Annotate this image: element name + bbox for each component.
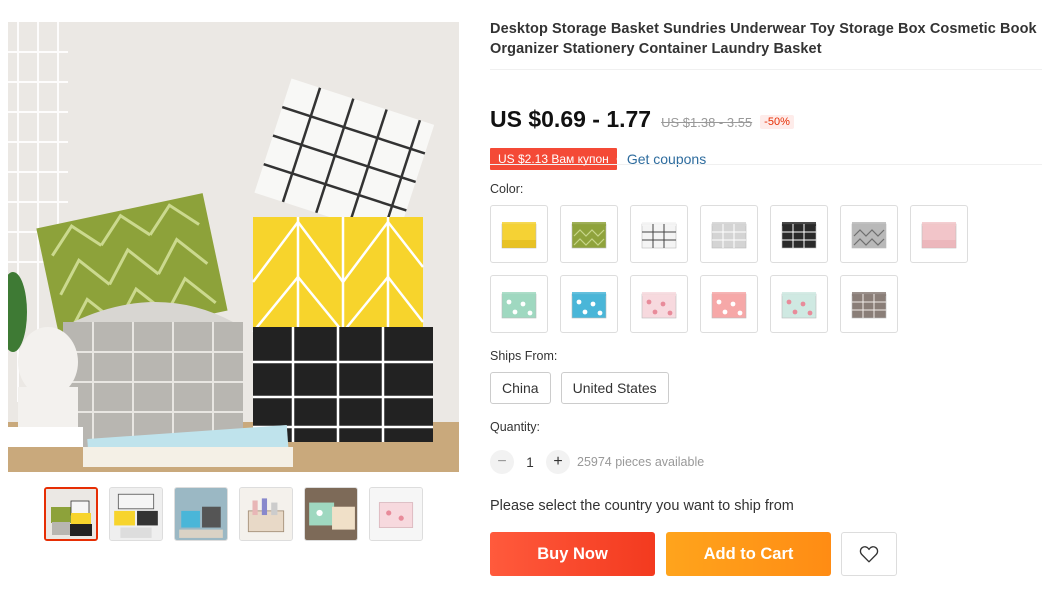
heart-outline-icon [859,546,879,563]
wishlist-button[interactable] [841,532,897,576]
product-title: Desktop Storage Basket Sundries Underwea… [490,21,1037,57]
increase-quantity-button[interactable]: + [546,450,570,474]
basket-swatch-image [711,292,747,319]
quantity-stepper: − + 25974 pieces available [490,450,704,474]
original-price: US $1.38 - 3.55 [661,115,753,130]
quantity-label: Quantity: [490,420,541,434]
basket-swatch-image [851,292,887,319]
ships-from-label: Ships From: [490,349,558,363]
color-swatch-black-grid[interactable] [770,205,828,263]
thumbnail-4[interactable] [239,487,293,541]
thumbnail-image [240,488,292,540]
basket-swatch-image [781,222,817,249]
divider [490,69,1042,70]
price-row: US $0.69 - 1.77 US $1.38 - 3.55 -50% [490,106,794,133]
ship-country-note: Please select the country you want to sh… [490,498,794,514]
color-swatch-pink[interactable] [910,205,968,263]
ships-from-options: China United States [490,372,669,404]
basket-swatch-image [571,222,607,249]
basket-swatch-image [571,292,607,319]
discount-badge: -50% [760,115,794,129]
thumbnail-6[interactable] [369,487,423,541]
action-buttons: Buy Now Add to Cart [490,532,897,576]
color-swatch-mint-flamingo[interactable] [770,275,828,333]
color-swatch-pink-flamingo[interactable] [630,275,688,333]
thumbnail-image [305,488,357,540]
basket-swatch-image [921,222,957,249]
coupon-badge[interactable]: US $2.13 Вам купон [490,148,621,170]
ship-option-china[interactable]: China [490,372,551,404]
color-swatch-grey-pattern[interactable] [840,205,898,263]
basket-swatch-image [781,292,817,319]
coupon-row: US $2.13 Вам купон Get coupons [490,148,706,170]
color-swatch-yellow[interactable] [490,205,548,263]
color-swatch-grey-grid[interactable] [700,205,758,263]
thumbnail-3[interactable] [174,487,228,541]
thumbnail-image [46,489,96,539]
thumbnail-image [110,488,162,540]
basket-swatch-image [641,222,677,249]
price: US $0.69 - 1.77 [490,106,652,132]
main-product-image[interactable] [8,22,459,472]
color-swatch-coral-flamingo[interactable] [700,275,758,333]
basket-swatch-image [711,222,747,249]
thumbnail-strip [44,487,423,541]
color-label: Color: [490,182,524,196]
quantity-input[interactable] [514,454,546,470]
thumbnail-5[interactable] [304,487,358,541]
pieces-available: 25974 pieces available [577,455,705,469]
storage-baskets-photo [8,22,459,472]
thumbnail-image [175,488,227,540]
add-to-cart-button[interactable]: Add to Cart [666,532,831,576]
color-swatch-white-grid[interactable] [630,205,688,263]
color-swatch-green-chevron[interactable] [560,205,618,263]
thumbnail-2[interactable] [109,487,163,541]
color-swatch-brown-grid[interactable] [840,275,898,333]
thumbnail-image [370,488,422,540]
decrease-quantity-button[interactable]: − [490,450,514,474]
thumbnail-1[interactable] [44,487,98,541]
color-swatch-blue-bear[interactable] [560,275,618,333]
divider [490,164,1042,165]
basket-swatch-image [501,292,537,319]
ship-option-united-states[interactable]: United States [560,372,669,404]
color-swatches [490,205,968,333]
basket-swatch-image [501,222,537,249]
product-info: Desktop Storage Basket Sundries Underwea… [490,20,1045,576]
basket-swatch-image [641,292,677,319]
basket-swatch-image [851,222,887,249]
buy-now-button[interactable]: Buy Now [490,532,655,576]
color-swatch-mint-cactus[interactable] [490,275,548,333]
